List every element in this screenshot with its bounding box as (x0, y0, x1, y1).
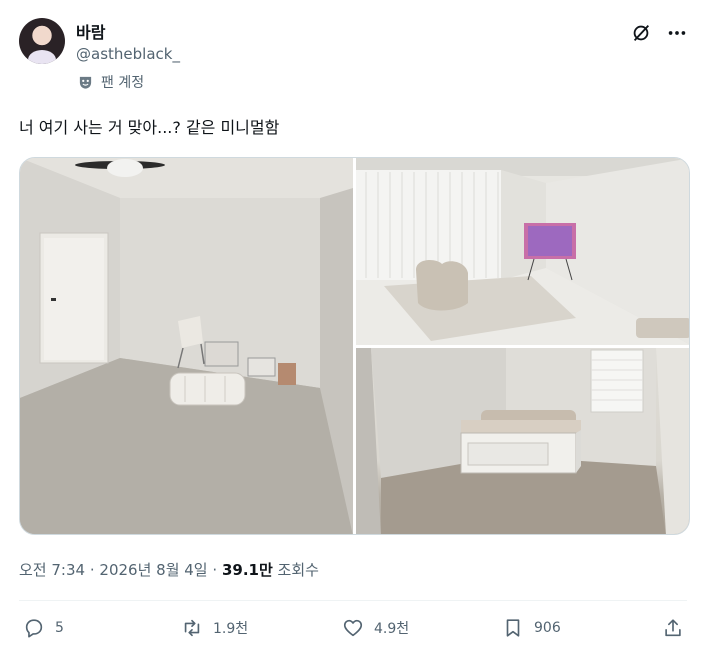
tweet-text: 너 여기 사는 거 맞아...? 같은 미니멀함 (19, 118, 280, 137)
share-icon (665, 619, 681, 637)
author-handle[interactable]: @astheblack_ (76, 45, 180, 63)
repost-icon (184, 619, 200, 637)
reply-button[interactable]: 5 (23, 617, 64, 639)
share-button[interactable] (662, 617, 694, 639)
avatar[interactable] (19, 18, 65, 64)
post-meta: 오전 7:34 · 2026년 8월 4일 · 39.1만 조회수 (19, 559, 319, 580)
repost-button[interactable]: 1.9천 (181, 617, 248, 639)
photo-living-room[interactable] (356, 158, 689, 345)
like-count: 4.9천 (374, 621, 410, 637)
author-name[interactable]: 바람 (76, 19, 105, 43)
heart-icon (343, 619, 363, 637)
view-count: 39.1만 (221, 561, 273, 579)
fan-account-badge: 팬 계정 (78, 72, 144, 92)
mask-icon (79, 76, 92, 89)
post-date[interactable]: 2026년 8월 4일 (99, 561, 207, 579)
bookmark-icon (506, 619, 520, 637)
fan-account-label: 팬 계정 (101, 75, 145, 91)
reply-icon (25, 619, 43, 638)
bookmark-count: 906 (534, 620, 561, 636)
action-bar: 5 1.9천 4.9천 906 (19, 617, 687, 643)
like-button[interactable]: 4.9천 (342, 617, 409, 639)
meta-separator: · (212, 561, 218, 579)
photo-bedroom[interactable] (20, 158, 353, 534)
divider (19, 600, 687, 601)
meta-separator: · (89, 561, 95, 579)
media-grid (19, 157, 690, 535)
repost-count: 1.9천 (213, 621, 249, 637)
more-icon[interactable] (666, 22, 688, 44)
bookmark-button[interactable]: 906 (502, 617, 561, 639)
reply-count: 5 (55, 620, 64, 636)
grok-icon[interactable] (630, 22, 652, 44)
post-time[interactable]: 오전 7:34 (19, 561, 85, 579)
photo-daybed-room[interactable] (356, 348, 689, 534)
view-label: 조회수 (277, 561, 319, 579)
